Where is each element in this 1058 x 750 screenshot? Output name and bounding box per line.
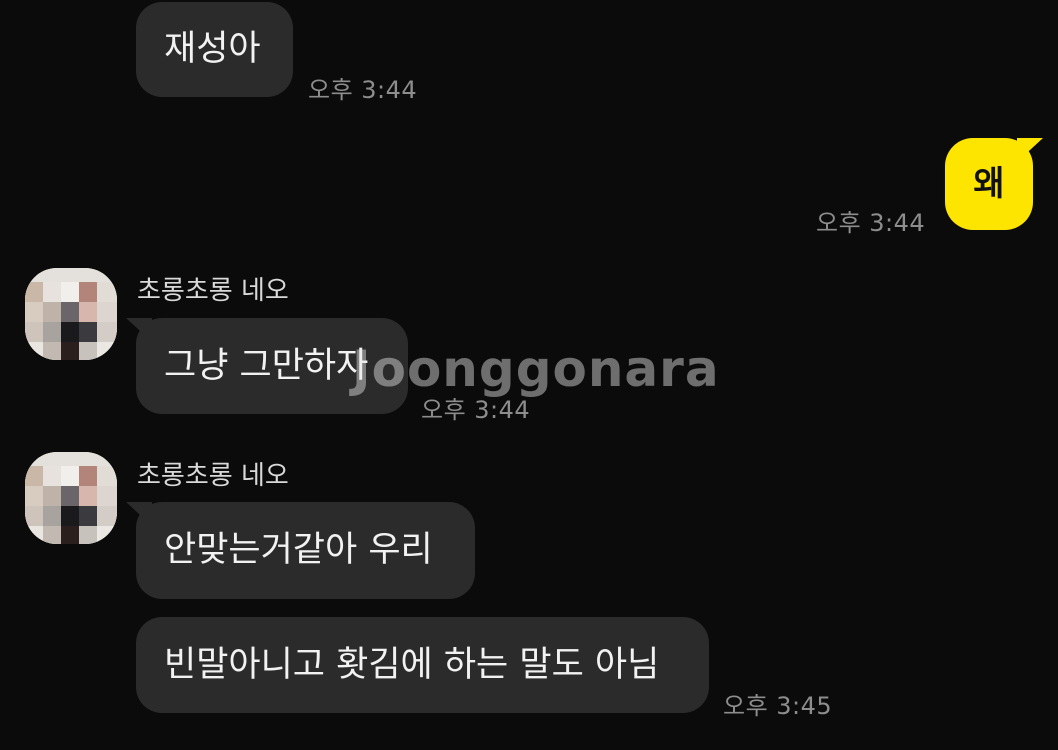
message-bubble[interactable]: 그냥 그만하자	[136, 318, 408, 414]
message-text: 그냥 그만하자	[164, 345, 369, 386]
message-text: 안맞는거같아 우리	[164, 530, 433, 570]
message-timestamp: 오후 3:44	[308, 76, 418, 104]
message-bubble[interactable]: 재성아	[136, 2, 293, 97]
message-timestamp: 오후 3:45	[723, 692, 833, 720]
avatar-pixelated-icon	[25, 452, 117, 544]
avatar-pixelated-icon	[25, 268, 117, 360]
message-text: 빈말아니고 홧김에 하는 말도 아님	[164, 644, 660, 685]
message-text: 왜	[973, 164, 1005, 204]
my-message-bubble[interactable]: 왜	[945, 138, 1033, 230]
message-bubble[interactable]: 빈말아니고 홧김에 하는 말도 아님	[136, 617, 709, 713]
sender-name: 초롱초롱 네오	[137, 276, 289, 306]
message-timestamp: 오후 3:44	[816, 209, 926, 237]
message-text: 재성아	[164, 29, 261, 69]
sender-avatar[interactable]	[25, 452, 117, 544]
sender-avatar[interactable]	[25, 268, 117, 360]
message-timestamp: 오후 3:44	[421, 396, 531, 424]
sender-name: 초롱초롱 네오	[137, 461, 289, 491]
message-bubble[interactable]: 안맞는거같아 우리	[136, 502, 475, 599]
